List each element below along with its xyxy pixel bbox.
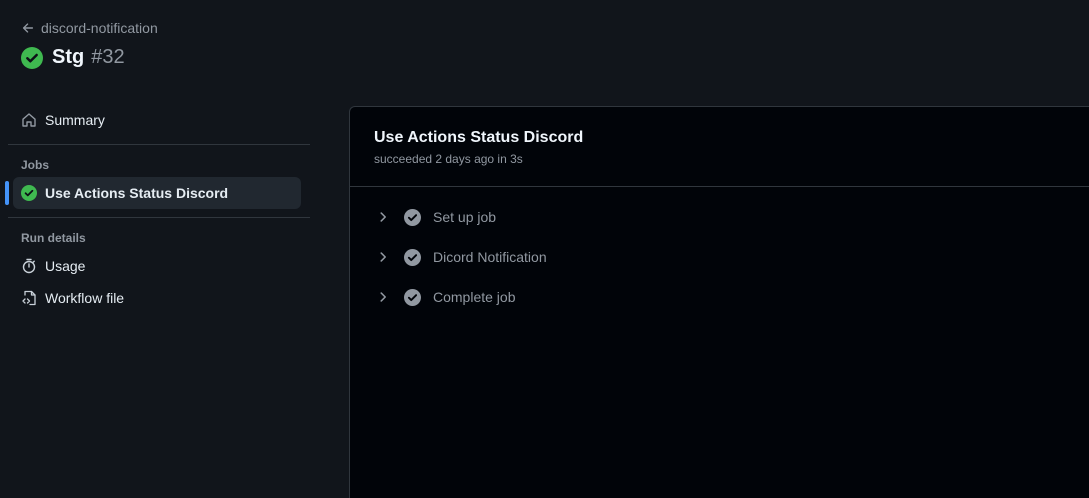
home-icon [22, 113, 36, 127]
check-circle-fill-icon [404, 288, 421, 306]
job-status-summary: succeeded 2 days ago in 3s [374, 152, 523, 166]
chevron-right-icon [380, 292, 386, 302]
job-log-panel: Use Actions Status Discord succeeded 2 d… [349, 106, 1089, 498]
file-code-icon [22, 290, 36, 306]
back-link[interactable]: discord-notification [21, 20, 158, 36]
sidebar-item-label: Usage [45, 258, 86, 274]
run-number: #32 [91, 46, 125, 68]
sidebar-item-summary[interactable]: Summary [13, 104, 301, 136]
step-row[interactable]: Dicord Notification [350, 237, 1089, 277]
step-label: Dicord Notification [433, 249, 547, 265]
check-circle-fill-icon [404, 208, 421, 226]
check-circle-fill-icon [21, 185, 37, 201]
step-row[interactable]: Complete job [350, 277, 1089, 317]
step-label: Complete job [433, 289, 516, 305]
job-header: Use Actions Status Discord succeeded 2 d… [350, 107, 1089, 187]
sidebar-item-label: Workflow file [45, 290, 125, 306]
sidebar-item-workflow-file[interactable]: Workflow file [13, 282, 301, 314]
arrow-left-icon [22, 23, 34, 33]
check-circle-fill-icon [404, 248, 421, 266]
sidebar-item-label: Use Actions Status Discord [45, 185, 229, 201]
job-title: Use Actions Status Discord [374, 129, 584, 146]
workflow-name: Stg [52, 46, 85, 68]
divider [8, 144, 310, 145]
step-label: Set up job [433, 209, 497, 225]
back-link-label: discord-notification [41, 20, 158, 36]
step-row[interactable]: Set up job [350, 197, 1089, 237]
jobs-heading: Jobs [21, 158, 50, 172]
chevron-right-icon [380, 252, 386, 262]
step-list: Set up job Dicord Notification Complete … [350, 187, 1089, 317]
sidebar-item-label: Summary [45, 112, 105, 128]
check-circle-fill-icon [21, 46, 43, 69]
run-details-heading: Run details [21, 231, 86, 245]
divider [8, 217, 310, 218]
stopwatch-icon [22, 258, 36, 274]
sidebar-item-usage[interactable]: Usage [13, 250, 301, 282]
sidebar: Summary Jobs Use Actions Status Discord … [0, 104, 320, 314]
page-title: Stg #32 [21, 46, 125, 69]
workflow-run-page: discord-notification Stg #32 Summary Job… [0, 0, 1089, 498]
sidebar-item-job[interactable]: Use Actions Status Discord [5, 177, 301, 209]
chevron-right-icon [380, 212, 386, 222]
